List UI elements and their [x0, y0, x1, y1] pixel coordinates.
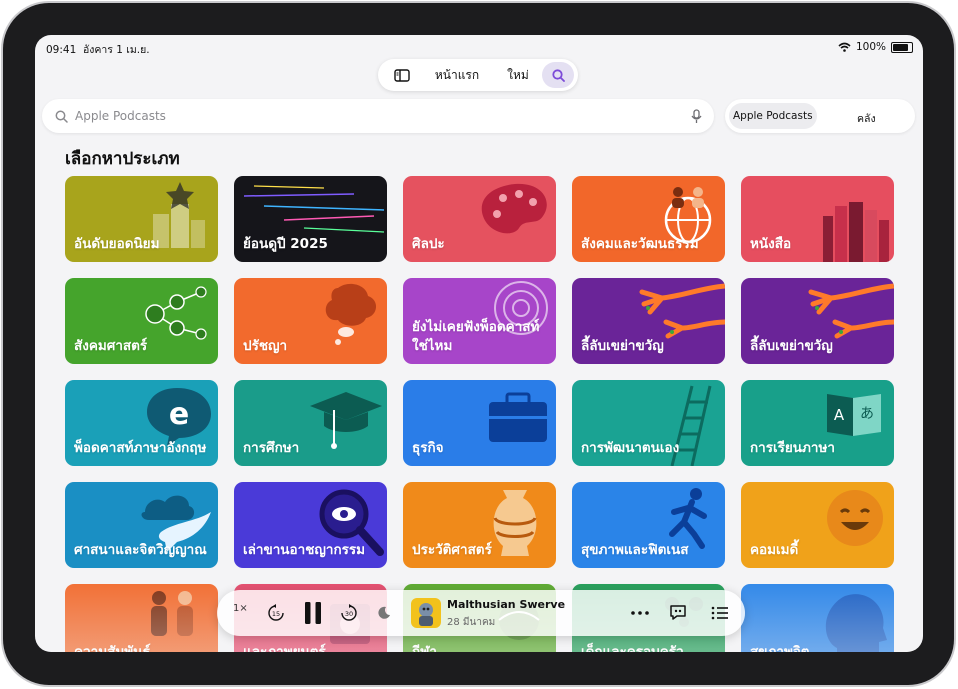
search-field[interactable]: Apple Podcasts: [42, 99, 714, 133]
more-icon[interactable]: [631, 611, 649, 615]
battery-percent: 100%: [855, 41, 886, 53]
category-tile[interactable]: สุขภาพและฟิตเนส: [572, 482, 725, 568]
category-label: เล่าขานอาชญากรรม: [243, 542, 366, 558]
status-date: อังคาร 1 เม.ย.: [82, 44, 150, 56]
sidebar-icon: [394, 69, 410, 82]
microphone-icon[interactable]: [691, 109, 702, 124]
category-tile[interactable]: การพัฒนาตนเอง: [572, 380, 725, 466]
section-title: เลือกหาประเภท: [65, 149, 180, 169]
category-label: พ็อดคาสท์ภาษาอังกฤษ: [74, 440, 207, 456]
queue-list-icon[interactable]: [711, 606, 729, 620]
episode-title[interactable]: Malthusian Swerve: [447, 598, 565, 611]
tab-home[interactable]: หน้าแรก: [428, 59, 486, 91]
category-label: ธุรกิจ: [412, 440, 444, 456]
category-label: ศาสนาและจิตวิญญาณ: [74, 542, 207, 558]
category-label: เด็กและครอบครัว: [581, 644, 684, 652]
category-label: สุขภาพและฟิตเนส: [581, 542, 689, 558]
category-tile[interactable]: ศาสนาและจิตวิญญาณ: [65, 482, 218, 568]
category-label: และภาพยนตร์: [243, 644, 326, 652]
category-tile[interactable]: e พ็อดคาสท์ภาษาอังกฤษ: [65, 380, 218, 466]
category-tile[interactable]: คอมเมดี้: [741, 482, 894, 568]
category-tile[interactable]: สังคมและวัฒนธรรม: [572, 176, 725, 262]
tab-new[interactable]: ใหม่: [498, 59, 538, 91]
category-label: สุขภาพจิต: [750, 644, 810, 652]
category-tile[interactable]: ลี้ลับเขย่าขวัญ: [572, 278, 725, 364]
wifi-icon: [838, 42, 851, 52]
screen: 09:41 อังคาร 1 เม.ย. 100% หน้าแรก ใหม่ A…: [35, 35, 923, 652]
svg-text:e: e: [169, 397, 189, 432]
category-tile[interactable]: การศึกษา: [234, 380, 387, 466]
category-label: ย้อนดูปี 2025: [243, 236, 328, 252]
svg-text:A: A: [834, 406, 845, 424]
category-label: ลี้ลับเขย่าขวัญ: [581, 338, 664, 354]
category-tile[interactable]: หนังสือ: [741, 176, 894, 262]
category-tile[interactable]: ธุรกิจ: [403, 380, 556, 466]
mini-player[interactable]: 1× 15 30 Malthusian Swerve 28 มีนาคม: [217, 590, 745, 636]
skip-forward-label: 30: [345, 610, 353, 618]
sidebar-toggle-button[interactable]: [386, 59, 418, 91]
category-tile[interactable]: ประวัติศาสตร์: [403, 482, 556, 568]
category-tile[interactable]: ย้อนดูปี 2025: [234, 176, 387, 262]
skip-back-label: 15: [272, 610, 280, 618]
episode-artwork[interactable]: [411, 598, 441, 628]
pause-icon[interactable]: [303, 601, 323, 625]
category-label: การพัฒนาตนเอง: [581, 440, 680, 456]
skip-forward-30-icon[interactable]: 30: [340, 604, 358, 622]
category-label: สังคมศาสตร์: [74, 338, 148, 354]
category-label: ศิลปะ: [412, 236, 445, 252]
category-tile[interactable]: ความสัมพันธ์: [65, 584, 218, 652]
tab-search[interactable]: [542, 62, 574, 88]
category-label: ปรัชญา: [243, 338, 288, 354]
category-tile[interactable]: ลี้ลับเขย่าขวัญ: [741, 278, 894, 364]
tab-bar: หน้าแรก ใหม่: [378, 59, 578, 91]
category-label: ยังไม่เคยฟังพ็อดคาสท์ใช่ไหม: [412, 319, 540, 354]
scope-apple-podcasts[interactable]: Apple Podcasts: [733, 110, 813, 122]
status-time: 09:41 อังคาร 1 เม.ย.: [46, 44, 150, 56]
category-tile[interactable]: ยังไม่เคยฟังพ็อดคาสท์ใช่ไหม: [403, 278, 556, 364]
search-icon: [55, 110, 68, 123]
search-scope-control: Apple Podcasts คลัง: [725, 99, 915, 133]
skip-back-15-icon[interactable]: 15: [267, 604, 285, 622]
transcript-icon[interactable]: [669, 604, 687, 621]
category-tile[interactable]: ศิลปะ: [403, 176, 556, 262]
category-tile[interactable]: ปรัชญา: [234, 278, 387, 364]
category-tile[interactable]: อันดับยอดนิยม: [65, 176, 218, 262]
category-tile[interactable]: สุขภาพจิต: [741, 584, 894, 652]
category-label: กีฬา: [412, 644, 437, 652]
category-label: อันดับยอดนิยม: [74, 236, 160, 252]
category-label: หนังสือ: [750, 236, 792, 252]
status-right: 100%: [838, 41, 913, 53]
category-label: สังคมและวัฒนธรรม: [581, 236, 699, 252]
battery-icon: [891, 41, 913, 53]
category-tile[interactable]: เล่าขานอาชญากรรม: [234, 482, 387, 568]
category-tile[interactable]: A あ การเรียนภาษา: [741, 380, 894, 466]
playback-speed-button[interactable]: 1×: [233, 603, 248, 614]
category-label: ประวัติศาสตร์: [412, 542, 492, 558]
artwork-figure-icon: [419, 603, 433, 626]
category-label: การเรียนภาษา: [750, 440, 835, 456]
search-icon: [552, 69, 565, 82]
sleep-timer-icon[interactable]: [377, 606, 391, 620]
episode-date: 28 มีนาคม: [447, 617, 496, 628]
head-profile-icon: [825, 594, 887, 652]
category-tile[interactable]: สังคมศาสตร์: [65, 278, 218, 364]
search-placeholder: Apple Podcasts: [75, 109, 166, 123]
scope-library[interactable]: คลัง: [857, 110, 876, 127]
category-label: การศึกษา: [243, 440, 300, 456]
svg-text:あ: あ: [860, 406, 874, 422]
category-label: ลี้ลับเขย่าขวัญ: [750, 338, 833, 354]
category-label: ความสัมพันธ์: [74, 644, 151, 652]
couple-icon: [151, 591, 193, 636]
category-label: คอมเมดี้: [750, 542, 799, 558]
status-bar: 09:41 อังคาร 1 เม.ย. 100%: [35, 35, 923, 59]
